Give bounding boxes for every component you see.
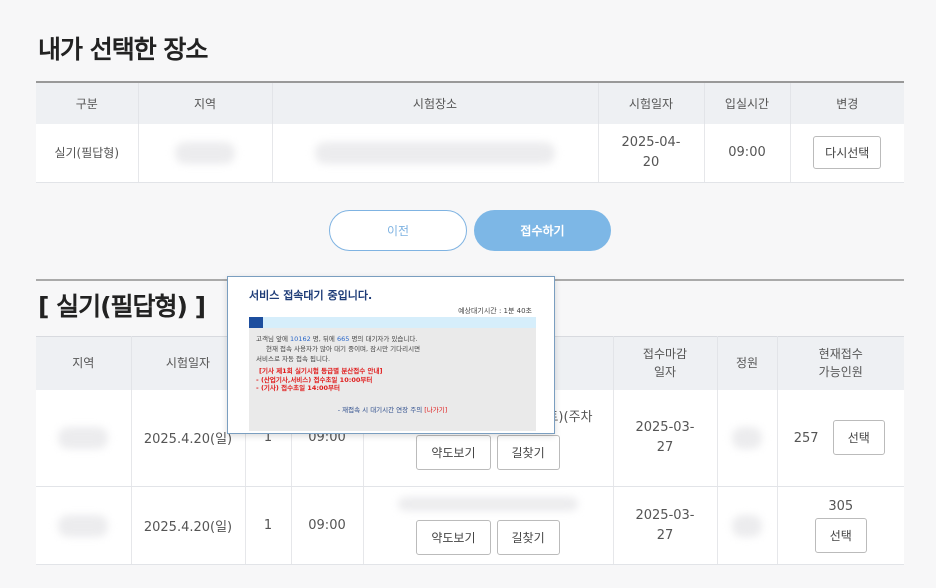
region-cell	[138, 124, 273, 183]
select-button[interactable]: 선택	[814, 517, 867, 553]
wait-progress-fill	[249, 317, 264, 328]
region-cell	[36, 486, 132, 565]
map-button[interactable]: 약도보기	[416, 434, 491, 470]
col-header-region: 지역	[36, 336, 132, 390]
available-cell: 257 선택	[777, 389, 904, 487]
deadline-cell: 2025-03-27	[613, 389, 718, 487]
section-title: [ 실기(필답형) ]	[38, 292, 206, 321]
col-header-place: 시험장소	[272, 81, 599, 124]
col-header-date: 시험일자	[598, 81, 705, 124]
type-cell: 실기(필답형)	[36, 124, 139, 183]
route-button[interactable]: 길찾기	[496, 434, 560, 470]
queue-info-text: 현재 접속 사용자가 많아 대기 중이며, 잠시만 기다리시면	[266, 345, 421, 353]
redacted-region	[58, 426, 109, 449]
wait-progress-bar	[249, 317, 536, 328]
submit-button[interactable]: 접수하기	[474, 210, 611, 251]
place-cell: 약도보기 길찾기	[363, 486, 614, 565]
change-cell: 다시선택	[790, 124, 904, 183]
reselect-button[interactable]: 다시선택	[813, 136, 882, 170]
queue-count-text: 고객님 앞에 10162 명, 뒤에 665 명의 대기자가 있습니다.	[256, 335, 418, 343]
popup-body: 고객님 앞에 10162 명, 뒤에 665 명의 대기자가 있습니다. 현재 …	[249, 328, 536, 431]
redacted-place	[398, 497, 578, 511]
queue-info-text: 서비스로 자동 접속 됩니다.	[256, 355, 331, 363]
col-header-region: 지역	[138, 81, 273, 124]
col-header-available: 현재접수 가능인원	[777, 336, 904, 390]
redacted-place	[315, 141, 555, 164]
retry-notice: - 재접속 시 대기시간 연장 주의 [나가기]	[337, 405, 448, 414]
available-count: 305	[828, 498, 854, 514]
table-header-row: 구분 지역 시험장소 시험일자 입실시간 변경	[36, 81, 904, 124]
session-cell: 1	[245, 486, 292, 565]
redacted-region	[58, 514, 109, 537]
redacted-region	[175, 141, 235, 164]
redacted-capacity	[732, 514, 762, 537]
available-cell: 305 선택	[777, 486, 904, 565]
route-button[interactable]: 길찾기	[496, 519, 560, 555]
capacity-cell	[717, 389, 778, 487]
deadline-cell: 2025-03-27	[613, 486, 718, 565]
exit-link[interactable]: [나가기]	[424, 406, 447, 414]
table-row: 2025.4.20(일) 1 09:00 약도보기 길찾기 2025-03-27 …	[36, 486, 904, 565]
col-header-capacity: 정원	[717, 336, 778, 390]
select-button[interactable]: 선택	[832, 420, 885, 456]
estimated-wait: 예상대기시간 : 1분 40초	[458, 307, 532, 315]
place-cell	[272, 124, 599, 183]
selected-place-table: 구분 지역 시험장소 시험일자 입실시간 변경 실기(필답형) 2025-04-…	[36, 81, 904, 183]
col-header-deadline: 접수마감 일자	[613, 336, 718, 390]
queue-wait-popup: 서비스 접속대기 중입니다. 예상대기시간 : 1분 40초 고객님 앞에 10…	[227, 276, 555, 434]
page-title: 내가 선택한 장소	[38, 35, 208, 64]
exam-date-cell: 2025.4.20(일)	[131, 486, 246, 565]
table-row: 실기(필답형) 2025-04-20 09:00 다시선택	[36, 124, 904, 183]
available-count: 257	[793, 431, 819, 447]
time-cell: 09:00	[704, 124, 791, 183]
col-header-type: 구분	[36, 81, 139, 124]
redacted-capacity	[732, 426, 762, 449]
capacity-cell	[717, 486, 778, 565]
map-button[interactable]: 약도보기	[416, 519, 491, 555]
col-header-time: 입실시간	[704, 81, 791, 124]
notice-block: [기사 제1회 실기시험 등급별 분산접수 안내] - (산업기사,서비스) 접…	[256, 367, 383, 392]
time-cell: 09:00	[291, 486, 364, 565]
prev-button[interactable]: 이전	[329, 210, 467, 251]
region-cell	[36, 389, 132, 487]
col-header-change: 변경	[790, 81, 904, 124]
date-cell: 2025-04-20	[598, 124, 705, 183]
popup-title: 서비스 접속대기 중입니다.	[249, 289, 373, 302]
